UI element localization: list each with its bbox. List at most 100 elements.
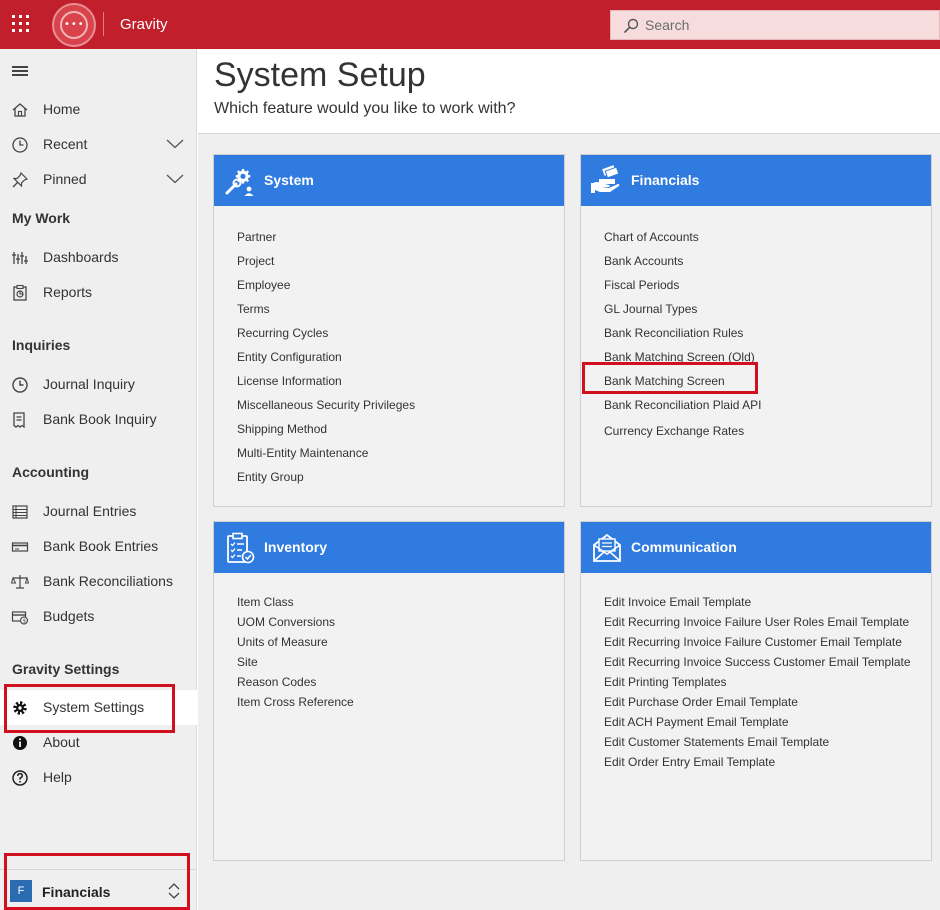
- card-link[interactable]: Edit Recurring Invoice Success Customer …: [604, 652, 911, 672]
- system-tools-icon: [225, 169, 254, 196]
- card-link[interactable]: Chart of Accounts: [604, 225, 761, 249]
- envelope-icon: [593, 533, 621, 562]
- card-link[interactable]: Site: [237, 652, 354, 672]
- reports-icon: [13, 284, 27, 301]
- card-title: Inventory: [264, 539, 328, 555]
- bank-book-inquiry-icon: [13, 412, 25, 429]
- bank-book-entries-icon: [11, 542, 29, 552]
- budgets-icon: $: [11, 611, 29, 625]
- card-link[interactable]: Edit Customer Statements Email Template: [604, 732, 911, 752]
- card-item-list: Partner Project Employee Terms Recurring…: [237, 225, 415, 489]
- chevron-down-icon[interactable]: [166, 174, 184, 184]
- app-launcher-icon[interactable]: [12, 15, 30, 33]
- highlight-box: [4, 684, 175, 733]
- sidebar-item-bank-book-inquiry[interactable]: Bank Book Inquiry: [0, 402, 197, 437]
- card-link[interactable]: Employee: [237, 273, 415, 297]
- card-link[interactable]: GL Journal Types: [604, 297, 761, 321]
- sidebar-item-label: Journal Inquiry: [43, 376, 135, 392]
- scale-icon: [11, 575, 29, 589]
- sidebar-item-label: Journal Entries: [43, 503, 137, 519]
- card-link[interactable]: Units of Measure: [237, 632, 354, 652]
- sidebar-item-recent[interactable]: Recent: [0, 127, 197, 162]
- sidebar-item-budgets[interactable]: $ Budgets: [0, 599, 197, 634]
- card-link[interactable]: Reason Codes: [237, 672, 354, 692]
- card-link[interactable]: Shipping Method: [237, 417, 415, 441]
- card-item-list: Item Class UOM Conversions Units of Meas…: [237, 592, 354, 712]
- sidebar-item-reports[interactable]: Reports: [0, 275, 197, 310]
- card-link[interactable]: Bank Reconciliation Plaid API: [604, 393, 761, 417]
- card-link[interactable]: Edit Order Entry Email Template: [604, 752, 911, 772]
- sidebar-item-label: Dashboards: [43, 249, 119, 265]
- sidebar-item-label: Bank Reconciliations: [43, 573, 173, 589]
- card-communication: Communication Edit Invoice Email Templat…: [580, 521, 932, 861]
- app-title[interactable]: Gravity: [120, 16, 168, 33]
- home-icon: [12, 103, 28, 117]
- card-link[interactable]: Item Class: [237, 592, 354, 612]
- sidebar-item-bank-reconciliations[interactable]: Bank Reconciliations: [0, 564, 197, 599]
- card-link[interactable]: Project: [237, 249, 415, 273]
- topbar-divider: [103, 12, 104, 36]
- sidebar-item-label: Bank Book Entries: [43, 538, 159, 554]
- sidebar-item-label: Bank Book Inquiry: [43, 411, 157, 427]
- sidebar-item-bank-book-entries[interactable]: Bank Book Entries: [0, 529, 197, 564]
- card-link[interactable]: Edit Invoice Email Template: [604, 592, 911, 612]
- card-link[interactable]: Entity Group: [237, 465, 415, 489]
- card-link[interactable]: Currency Exchange Rates: [604, 419, 761, 443]
- card-header: Communication: [581, 522, 931, 573]
- sidebar-item-label: Reports: [43, 284, 93, 300]
- highlight-box: [4, 853, 190, 910]
- pin-icon: [12, 171, 29, 188]
- chevron-down-icon[interactable]: [166, 139, 184, 149]
- section-header-inquiries: Inquiries: [12, 337, 71, 353]
- card-link[interactable]: Multi-Entity Maintenance: [237, 441, 415, 465]
- sidebar-item-journal-inquiry[interactable]: Journal Inquiry: [0, 367, 197, 402]
- card-link[interactable]: Miscellaneous Security Privileges: [237, 393, 415, 417]
- sidebar-item-label: About: [43, 734, 80, 750]
- svg-text:$: $: [23, 619, 27, 625]
- card-link[interactable]: Fiscal Periods: [604, 273, 761, 297]
- card-header: System: [214, 155, 564, 206]
- sidebar-item-label: Help: [43, 769, 72, 785]
- sidebar-item-label: Pinned: [43, 171, 87, 187]
- search-input[interactable]: Search: [610, 10, 940, 40]
- section-header-accounting: Accounting: [12, 464, 89, 480]
- card-link[interactable]: Edit Recurring Invoice Failure User Role…: [604, 612, 911, 632]
- card-financials: Financials Chart of Accounts Bank Accoun…: [580, 154, 932, 507]
- card-link[interactable]: Edit Recurring Invoice Failure Customer …: [604, 632, 911, 652]
- card-link[interactable]: Bank Reconciliation Rules: [604, 321, 761, 345]
- sidebar-item-label: Budgets: [43, 608, 95, 624]
- sidebar-item-help[interactable]: Help: [0, 760, 197, 795]
- card-link[interactable]: Edit Printing Templates: [604, 672, 911, 692]
- help-icon: [12, 770, 28, 786]
- sidebar-item-label: Recent: [43, 136, 88, 152]
- page-subtitle: Which feature would you like to work wit…: [214, 100, 516, 117]
- card-link[interactable]: Partner: [237, 225, 415, 249]
- card-link[interactable]: Edit ACH Payment Email Template: [604, 712, 911, 732]
- section-header-gravity-settings: Gravity Settings: [12, 661, 120, 677]
- search-placeholder: Search: [645, 17, 690, 33]
- card-link[interactable]: Item Cross Reference: [237, 692, 354, 712]
- card-title: System: [264, 172, 314, 188]
- sidebar-item-home[interactable]: Home: [0, 92, 197, 127]
- sidebar-item-dashboards[interactable]: Dashboards: [0, 240, 197, 275]
- hamburger-menu-icon[interactable]: [12, 66, 28, 76]
- card-title: Communication: [631, 539, 737, 555]
- card-link[interactable]: License Information: [237, 369, 415, 393]
- money-hand-icon: [591, 165, 620, 193]
- card-link[interactable]: Recurring Cycles: [237, 321, 415, 345]
- card-title: Financials: [631, 172, 700, 188]
- card-link[interactable]: Terms: [237, 297, 415, 321]
- card-link[interactable]: Entity Configuration: [237, 345, 415, 369]
- clock-icon: [12, 137, 28, 153]
- card-system: System Partner Project Employee Terms Re…: [213, 154, 565, 507]
- card-link[interactable]: Edit Purchase Order Email Template: [604, 692, 911, 712]
- sidebar-item-journal-entries[interactable]: Journal Entries: [0, 494, 197, 529]
- sidebar: Home Recent Pinned My Work Dashboards Re…: [0, 49, 197, 910]
- card-inventory: Inventory Item Class UOM Conversions Uni…: [213, 521, 565, 861]
- info-icon: [13, 736, 27, 750]
- card-header: Inventory: [214, 522, 564, 573]
- card-link[interactable]: Bank Accounts: [604, 249, 761, 273]
- card-link[interactable]: UOM Conversions: [237, 612, 354, 632]
- page-title: System Setup: [214, 56, 426, 94]
- sidebar-item-pinned[interactable]: Pinned: [0, 162, 197, 197]
